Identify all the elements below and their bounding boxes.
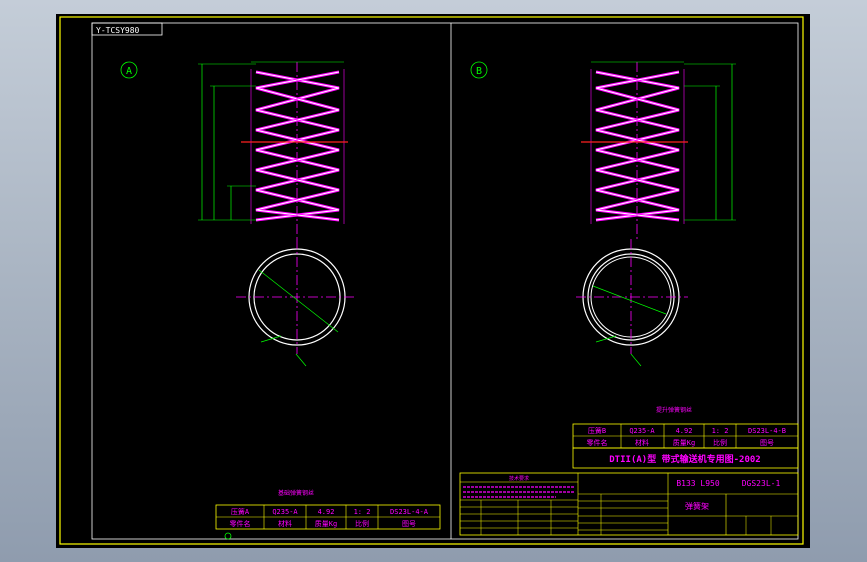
series-title: DTII(A)型 带式输送机专用图-2002 xyxy=(609,453,760,465)
left-caption: 基础弹簧钢丝 xyxy=(278,489,314,497)
left-table-scale: 1: 2 xyxy=(354,508,371,516)
spring-a-end-view xyxy=(236,239,356,367)
left-table-name: 压簧A xyxy=(231,507,250,516)
spring-b-side-view xyxy=(581,61,736,239)
spring-b-end-view xyxy=(576,239,688,367)
right-table-name: 压簧B xyxy=(588,426,606,435)
left-table-drawing-no: DS23L-4-A xyxy=(390,508,429,516)
view-b-label: B xyxy=(476,66,482,77)
left-table-mass: 4.92 xyxy=(318,508,335,516)
left-table-h-material: 材料 xyxy=(278,519,292,528)
left-table-h-drawing-no: 图号 xyxy=(402,520,416,528)
series-banner: DTII(A)型 带式输送机专用图-2002 xyxy=(572,447,799,469)
drawing-sheet: Y-TCSY980 A B 基础弹簧钢丝 提升弹簧钢丝 压簧A Q235-A 4… xyxy=(56,14,810,548)
corner-tag: Y-TCSY980 xyxy=(96,26,140,35)
right-table-h-scale: 比例 xyxy=(713,438,727,447)
notes-title: 技术要求 xyxy=(509,475,529,482)
right-table-material: Q235-A xyxy=(629,427,655,435)
right-table-h-name: 零件名 xyxy=(587,438,608,447)
right-parts-table: 压簧B Q235-A 4.92 1: 2 DS23L-4-B 零件名 材料 质量… xyxy=(572,423,799,449)
right-table-h-material: 材料 xyxy=(635,438,649,447)
part-name-cell: 弹簧架 xyxy=(685,501,709,511)
view-a-label: A xyxy=(126,66,132,77)
right-table-h-mass: 质量Kg xyxy=(673,438,695,447)
right-table-scale: 1: 2 xyxy=(712,427,729,435)
spec-cell: B133 L950 xyxy=(676,479,720,488)
left-table-h-name: 零件名 xyxy=(230,519,251,528)
drawing-no-cell: DGS23L-1 xyxy=(742,479,781,488)
spring-a-side-view xyxy=(198,61,348,239)
left-table-h-mass: 质量Kg xyxy=(315,519,337,528)
left-table-material: Q235-A xyxy=(272,508,298,516)
right-caption: 提升弹簧钢丝 xyxy=(656,406,692,414)
right-table-drawing-no: DS23L-4-B xyxy=(748,427,786,435)
cad-drawing: Y-TCSY980 A B 基础弹簧钢丝 提升弹簧钢丝 压簧A Q235-A 4… xyxy=(59,16,804,545)
right-table-h-drawing-no: 图号 xyxy=(760,439,774,447)
left-table-h-scale: 比例 xyxy=(355,519,369,528)
title-block: 技术要求 B133 L950 DGS23L-1 弹簧架 xyxy=(459,472,799,536)
right-table-mass: 4.92 xyxy=(676,427,693,435)
left-parts-table: 压簧A Q235-A 4.92 1: 2 DS23L-4-A 零件名 材料 质量… xyxy=(215,504,441,530)
origin-marker xyxy=(224,532,232,540)
